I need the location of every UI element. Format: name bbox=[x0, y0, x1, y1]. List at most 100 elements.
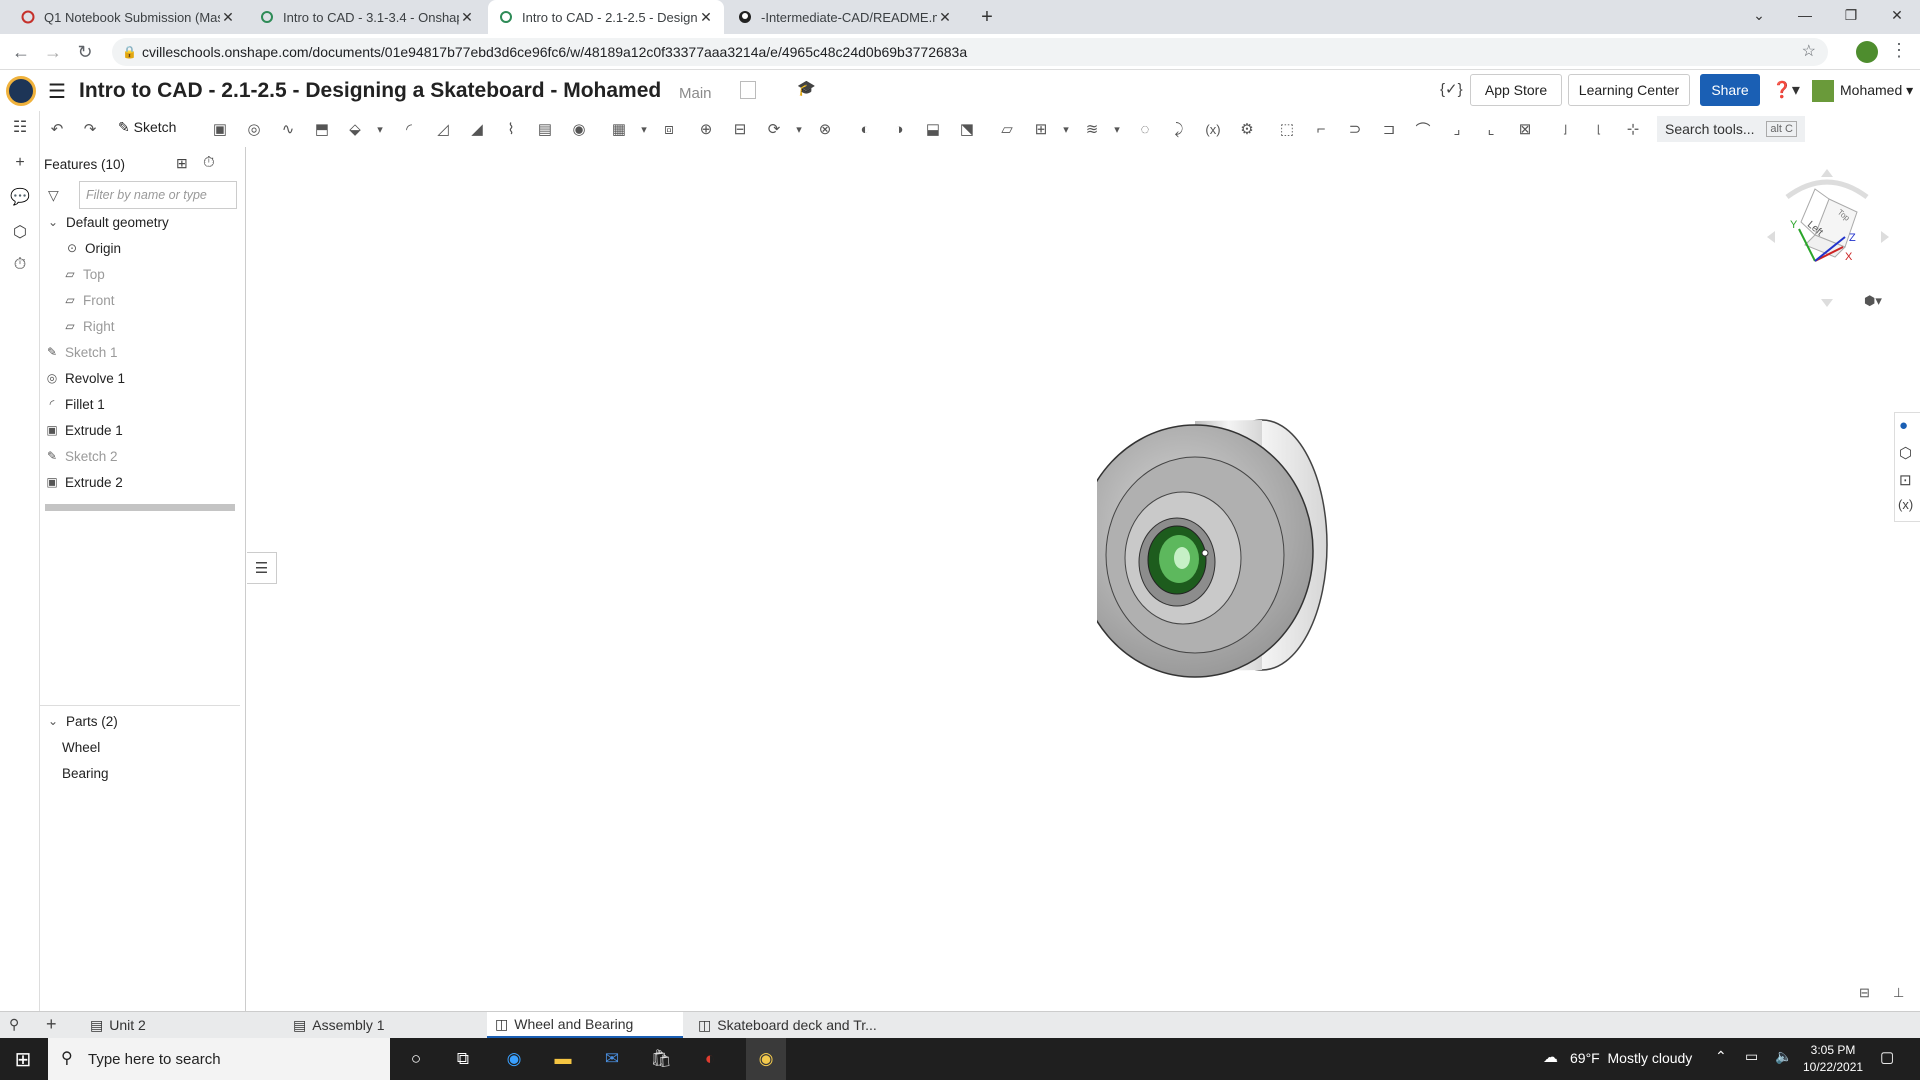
taskbar-search-input[interactable]: ⚲ Type here to search bbox=[48, 1038, 390, 1080]
cortana-icon[interactable]: ○ bbox=[403, 1047, 429, 1071]
forward-icon[interactable]: → bbox=[41, 40, 65, 64]
hole-icon[interactable]: ◉ bbox=[567, 117, 591, 141]
new-tab-icon[interactable]: + bbox=[976, 6, 998, 28]
document-title[interactable]: Intro to CAD - 2.1-2.5 - Designing a Ska… bbox=[79, 79, 661, 103]
sketch-button[interactable]: ✎ Sketch bbox=[118, 119, 176, 136]
share-button[interactable]: Share bbox=[1700, 74, 1760, 106]
user-menu[interactable]: Mohamed ▾ bbox=[1840, 82, 1913, 99]
tab-manager-icon[interactable]: ⚲ bbox=[9, 1016, 19, 1033]
close-window-icon[interactable]: ✕ bbox=[1874, 0, 1920, 30]
dropdown-icon[interactable]: ▾ bbox=[632, 117, 656, 141]
dropdown-icon[interactable]: ▾ bbox=[1105, 117, 1129, 141]
list-toggle-icon[interactable]: ☰ bbox=[247, 552, 277, 584]
hamburger-menu-icon[interactable]: ☰ bbox=[48, 79, 66, 104]
tab-assembly-1[interactable]: ▤ Assembly 1 bbox=[285, 1012, 481, 1038]
rollback-bar[interactable] bbox=[45, 504, 235, 511]
helix-icon[interactable]: ◌ bbox=[1133, 117, 1157, 141]
tab-search-icon[interactable]: ⌄ bbox=[1736, 0, 1782, 30]
comments-icon[interactable]: 💬 bbox=[9, 186, 31, 208]
notification-icon[interactable]: ▢ bbox=[1880, 1048, 1894, 1066]
delete-part-icon[interactable]: ⊗ bbox=[813, 117, 837, 141]
feature-extrude-1[interactable]: ▣ Extrude 1 bbox=[44, 419, 122, 441]
wrap-icon[interactable]: ⤸ bbox=[1167, 117, 1191, 141]
app-icon[interactable]: ◐ bbox=[697, 1047, 723, 1071]
url-field[interactable]: 🔒 cvilleschools.onshape.com/documents/01… bbox=[112, 38, 1828, 66]
feature-right-plane[interactable]: ▱ Right bbox=[62, 315, 114, 337]
feature-origin[interactable]: ⊙ Origin bbox=[64, 237, 121, 259]
align-2-icon[interactable]: ⌊ bbox=[1587, 117, 1611, 141]
appearance-icon[interactable]: ● bbox=[1899, 417, 1908, 434]
close-tab-icon[interactable]: ✕ bbox=[698, 9, 714, 26]
windows-start-icon[interactable]: ⊞ bbox=[10, 1047, 36, 1071]
replace-face-icon[interactable]: ⬔ bbox=[955, 117, 979, 141]
part-bearing[interactable]: Bearing bbox=[62, 762, 109, 784]
part-wheel[interactable]: Wheel bbox=[62, 736, 100, 758]
chrome-menu-icon[interactable]: ⋮ bbox=[1890, 40, 1908, 61]
versions-icon[interactable] bbox=[740, 81, 756, 99]
modify-fillet-icon[interactable]: ◐ bbox=[853, 117, 877, 141]
unfold-icon[interactable]: ⊠ bbox=[1513, 117, 1537, 141]
chrome-icon[interactable]: ◉ bbox=[746, 1038, 786, 1080]
filter-icon[interactable]: ▽ bbox=[48, 187, 59, 204]
hem-icon[interactable]: ⊃ bbox=[1343, 117, 1367, 141]
feature-fillet-1[interactable]: ◜ Fillet 1 bbox=[44, 393, 105, 415]
plane-icon[interactable]: ▱ bbox=[995, 117, 1019, 141]
insert-icon[interactable]: + bbox=[9, 152, 31, 174]
variables-icon[interactable]: (x) bbox=[1898, 497, 1913, 512]
tab-wheel-and-bearing[interactable]: ◫ Wheel and Bearing bbox=[487, 1012, 683, 1038]
parts-group[interactable]: ⌄ Parts (2) bbox=[45, 710, 118, 732]
reload-icon[interactable]: ↻ bbox=[73, 40, 97, 64]
dropdown-icon[interactable]: ▾ bbox=[1054, 117, 1078, 141]
sheet-metal-icon[interactable]: ⬚ bbox=[1275, 117, 1299, 141]
corner-icon[interactable]: ⌟ bbox=[1445, 117, 1469, 141]
browser-tab-2[interactable]: Intro to CAD - 3.1-3.4 - Onshape ✕ bbox=[249, 0, 485, 34]
add-element-icon[interactable]: + bbox=[46, 1014, 57, 1035]
move-face-icon[interactable]: ⬓ bbox=[921, 117, 945, 141]
edge-icon[interactable]: ◉ bbox=[501, 1047, 527, 1071]
dropdown-icon[interactable]: ▾ bbox=[368, 117, 392, 141]
rib-icon[interactable]: ⌇ bbox=[499, 117, 523, 141]
wheel-bearing-model[interactable] bbox=[1097, 417, 1427, 697]
feature-extrude-2[interactable]: ▣ Extrude 2 bbox=[44, 471, 122, 493]
tab-icon[interactable]: ⊐ bbox=[1377, 117, 1401, 141]
weather-text[interactable]: 69°F Mostly cloudy bbox=[1570, 1050, 1692, 1066]
dropdown-icon[interactable]: ▾ bbox=[787, 117, 811, 141]
featurescript-icon[interactable]: {✓} bbox=[1440, 80, 1463, 98]
bend-icon[interactable]: ⌒ bbox=[1411, 117, 1435, 141]
close-tab-icon[interactable]: ✕ bbox=[937, 9, 953, 26]
close-tab-icon[interactable]: ✕ bbox=[459, 9, 475, 26]
mirror-icon[interactable]: ⧈ bbox=[657, 117, 681, 141]
measure-tool-icon[interactable]: ⊥ bbox=[1893, 985, 1904, 1001]
default-geometry-group[interactable]: ⌄ Default geometry bbox=[45, 211, 169, 233]
sweep-icon[interactable]: ∿ bbox=[276, 117, 300, 141]
thicken-icon[interactable]: ⬙ bbox=[343, 117, 367, 141]
graphics-viewport[interactable]: ☰ Y X Z Left Top ⬢▾ ● ⬡ ⊡ (x) ⊟ ⊥ bbox=[247, 147, 1920, 1011]
feature-revolve-1[interactable]: ◎ Revolve 1 bbox=[44, 367, 125, 389]
boolean-icon[interactable]: ⊕ bbox=[694, 117, 718, 141]
add-folder-icon[interactable]: ⊞ bbox=[176, 155, 188, 172]
profile-avatar[interactable] bbox=[1856, 41, 1878, 63]
bend-relief-icon[interactable]: ⌞ bbox=[1479, 117, 1503, 141]
frame-icon[interactable]: ⚙ bbox=[1235, 117, 1259, 141]
store-icon[interactable]: 🛍 bbox=[648, 1047, 674, 1071]
measure-icon[interactable]: ⊡ bbox=[1899, 471, 1912, 489]
tab-unit-2[interactable]: ▤ Unit 2 bbox=[82, 1012, 278, 1038]
feature-sketch-1[interactable]: ✎ Sketch 1 bbox=[44, 341, 118, 363]
mail-icon[interactable]: ✉ bbox=[599, 1047, 625, 1071]
tab-skateboard-deck[interactable]: ◫ Skateboard deck and Tr... bbox=[690, 1012, 886, 1038]
redo-icon[interactable]: ↷ bbox=[78, 117, 102, 141]
split-icon[interactable]: ⊟ bbox=[728, 117, 752, 141]
add-custom-icon[interactable]: ⊹ bbox=[1621, 117, 1645, 141]
feature-top-plane[interactable]: ▱ Top bbox=[62, 263, 104, 285]
learning-cap-icon[interactable]: 🎓 bbox=[797, 79, 816, 97]
curves-icon[interactable]: ≋ bbox=[1080, 117, 1104, 141]
feature-front-plane[interactable]: ▱ Front bbox=[62, 289, 114, 311]
align-icon[interactable]: ⌋ bbox=[1553, 117, 1577, 141]
section-view-icon[interactable]: ⊟ bbox=[1859, 985, 1870, 1001]
app-store-button[interactable]: App Store bbox=[1470, 74, 1562, 106]
view-options-icon[interactable]: ⬢▾ bbox=[1864, 293, 1882, 309]
mass-properties-icon[interactable]: ⬡ bbox=[1899, 444, 1912, 462]
mate-connector-icon[interactable]: ⊞ bbox=[1029, 117, 1053, 141]
loft-icon[interactable]: ⬒ bbox=[310, 117, 334, 141]
chamfer-icon[interactable]: ◿ bbox=[431, 117, 455, 141]
